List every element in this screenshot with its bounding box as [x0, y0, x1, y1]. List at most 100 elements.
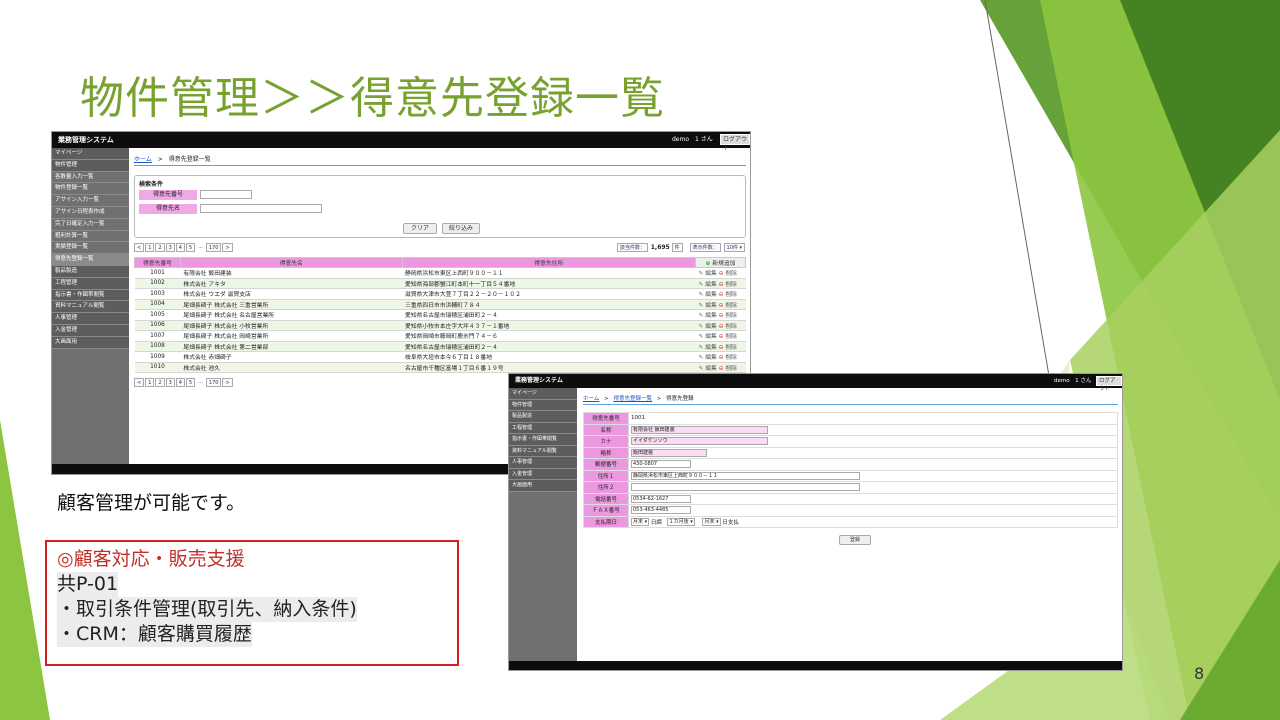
per-page-select[interactable]: 10件 ▾ [723, 243, 745, 252]
edit-link[interactable]: 編集 [705, 324, 717, 330]
logout-button[interactable]: ログアウト [720, 134, 750, 152]
sidebar-item-property-list[interactable]: 物件登録一覧 [52, 183, 129, 196]
new-button[interactable]: ⊕ 新規追加 [695, 257, 746, 268]
kana-field[interactable]: イイダケンソウ [631, 437, 768, 446]
delete-link[interactable]: 削除 [725, 303, 737, 309]
edit-icon[interactable]: ✎ [699, 324, 704, 330]
delete-icon[interactable]: ⊖ [719, 366, 724, 372]
edit-link[interactable]: 編集 [705, 282, 717, 288]
sidebar-item-completion[interactable]: 完了日確定入力一覧 [52, 219, 129, 231]
delete-link[interactable]: 削除 [725, 345, 737, 351]
pager-page[interactable]: 5 [185, 378, 196, 387]
pager-page[interactable]: 1 [145, 378, 155, 387]
sidebar-item-instructions[interactable]: 指示書・作図帯閲覧 [509, 434, 577, 446]
sidebar-item-assign-schedule[interactable]: アサイン日程表作成 [52, 207, 129, 219]
edit-icon[interactable]: ✎ [699, 345, 704, 351]
edit-icon[interactable]: ✎ [699, 282, 704, 288]
clear-button[interactable]: クリア [403, 223, 437, 234]
delete-icon[interactable]: ⊖ [719, 303, 724, 309]
sidebar-item-profit[interactable]: 粗利計算一覧 [52, 231, 129, 243]
register-button[interactable]: 登録 [839, 535, 871, 545]
sidebar-item-bigscreen[interactable]: 大画面用 [52, 336, 129, 349]
edit-icon[interactable]: ✎ [699, 355, 704, 361]
sidebar-item-hr[interactable]: 人事管理 [509, 457, 577, 469]
address2-field[interactable] [631, 483, 860, 492]
sidebar-item-manufacturing[interactable]: 製品製造 [52, 265, 129, 278]
table-row[interactable]: 1009 株式会社 赤畑碕子 岐阜県大垣市本今６丁目１８番地 ✎ 編集 ⊖ 削除 [134, 351, 746, 363]
delete-link[interactable]: 削除 [725, 334, 737, 340]
edit-icon[interactable]: ✎ [699, 303, 704, 309]
sidebar-item-assign-input[interactable]: アサイン入力一覧 [52, 195, 129, 207]
delete-icon[interactable]: ⊖ [719, 292, 724, 298]
delete-icon[interactable]: ⊖ [719, 334, 724, 340]
sidebar-item-results[interactable]: 実績登録一覧 [52, 242, 129, 255]
zip-field[interactable]: 430-0807 [631, 460, 691, 469]
logout-button[interactable]: ログアウト [1096, 376, 1122, 392]
delete-icon[interactable]: ⊖ [719, 355, 724, 361]
pager-page[interactable]: 3 [165, 378, 175, 387]
delete-icon[interactable]: ⊖ [719, 313, 724, 319]
sidebar-item-property[interactable]: 物件管理 [52, 159, 129, 172]
delete-link[interactable]: 削除 [725, 324, 737, 330]
sidebar-item-mypage[interactable]: マイページ [509, 388, 577, 400]
filter-button[interactable]: 絞り込み [442, 223, 480, 234]
pager-page[interactable]: 170 [205, 378, 222, 387]
pager-page[interactable]: 3 [165, 243, 175, 252]
edit-link[interactable]: 編集 [705, 292, 717, 298]
breadcrumb-home[interactable]: ホーム [134, 156, 152, 163]
sidebar-item-bigscreen[interactable]: 大画面用 [509, 480, 577, 492]
pager-prev[interactable]: < [134, 378, 145, 387]
delete-link[interactable]: 削除 [725, 366, 737, 372]
table-row[interactable]: 1003 株式会社 ウエダ 滋賀支店 滋賀県大津市大萱７丁目２２－２０－１０２ ✎ 編… [134, 288, 746, 300]
pager-page[interactable]: 4 [175, 243, 185, 252]
sidebar-item-manuals[interactable]: 資料マニュアル閲覧 [509, 445, 577, 457]
pager-page[interactable]: 170 [205, 243, 222, 252]
edit-link[interactable]: 編集 [705, 271, 717, 277]
sidebar-item-mypage[interactable]: マイページ [52, 148, 129, 160]
table-row[interactable]: 1002 株式会社 アキタ 愛知県海部郡蟹江町本町十一丁目５４番地 ✎ 編集 ⊖ 削除 [134, 278, 746, 289]
column-header[interactable]: 得意先名 [179, 257, 403, 268]
edit-icon[interactable]: ✎ [699, 366, 704, 372]
delete-icon[interactable]: ⊖ [719, 324, 724, 330]
edit-link[interactable]: 編集 [705, 345, 717, 351]
edit-icon[interactable]: ✎ [699, 334, 704, 340]
table-row[interactable]: 1007 尾畑長碕子 株式会社 岡崎営業所 愛知県岡崎市藤岡町鹿氷門７４－６ ✎ 編集… [134, 330, 746, 342]
fax-field[interactable]: 053-463-4485 [631, 506, 691, 515]
edit-icon[interactable]: ✎ [699, 313, 704, 319]
delete-icon[interactable]: ⊖ [719, 271, 724, 277]
delete-link[interactable]: 削除 [725, 282, 737, 288]
pay-day-select[interactable]: 月末 ▾ [702, 518, 721, 526]
sidebar-item-quantity[interactable]: 各数量入力一覧 [52, 172, 129, 184]
pager-next[interactable]: > [222, 378, 233, 387]
customer-code-input[interactable] [200, 190, 252, 199]
cutoff-select[interactable]: 月末 ▾ [631, 518, 650, 526]
edit-link[interactable]: 編集 [705, 334, 717, 340]
edit-icon[interactable]: ✎ [699, 271, 704, 277]
sidebar-item-process[interactable]: 工程管理 [52, 277, 129, 290]
edit-link[interactable]: 編集 [705, 355, 717, 361]
sidebar-item-manufacturing[interactable]: 製品製造 [509, 411, 577, 423]
pager-page[interactable]: 5 [185, 243, 196, 252]
table-row[interactable]: 1010 株式会社 池久 名古屋市千種区富場１丁目６番１９号 ✎ 編集 ⊖ 削除 [134, 362, 746, 373]
column-header[interactable]: 得意先住所 [401, 257, 697, 268]
edit-link[interactable]: 編集 [705, 366, 717, 372]
address1-field[interactable]: 静岡県浜松市東区上西町９００－１１ [631, 471, 860, 480]
delete-link[interactable]: 削除 [725, 313, 737, 319]
edit-link[interactable]: 編集 [705, 313, 717, 319]
sidebar-item-hr[interactable]: 人事管理 [52, 313, 129, 325]
pager-prev[interactable]: < [134, 243, 145, 252]
delete-link[interactable]: 削除 [725, 355, 737, 361]
pager-page[interactable]: 1 [145, 243, 155, 252]
sidebar-item-payment[interactable]: 入金管理 [509, 468, 577, 480]
sidebar-item-manuals[interactable]: 資料マニュアル閲覧 [52, 301, 129, 314]
phone-field[interactable]: 0534-62-1627 [631, 494, 691, 503]
breadcrumb-list[interactable]: 得意先登録一覧 [613, 396, 652, 402]
short-name-field[interactable]: 飯田建装 [631, 448, 707, 457]
delete-icon[interactable]: ⊖ [719, 282, 724, 288]
table-row[interactable]: 1005 尾畑長碕子 株式会社 名古屋営業所 愛知県名古屋市瑞穂区浦田町２－４ ✎ 編… [134, 309, 746, 321]
customer-name-input[interactable] [200, 204, 322, 213]
delete-link[interactable]: 削除 [725, 271, 737, 277]
table-row[interactable]: 1006 尾畑長碕子 株式会社 小牧営業所 愛知県小牧市本庄字大坪４３７－１番地 ✎ … [134, 320, 746, 331]
pager-page[interactable]: 4 [175, 378, 185, 387]
pager-page[interactable]: 2 [155, 243, 165, 252]
